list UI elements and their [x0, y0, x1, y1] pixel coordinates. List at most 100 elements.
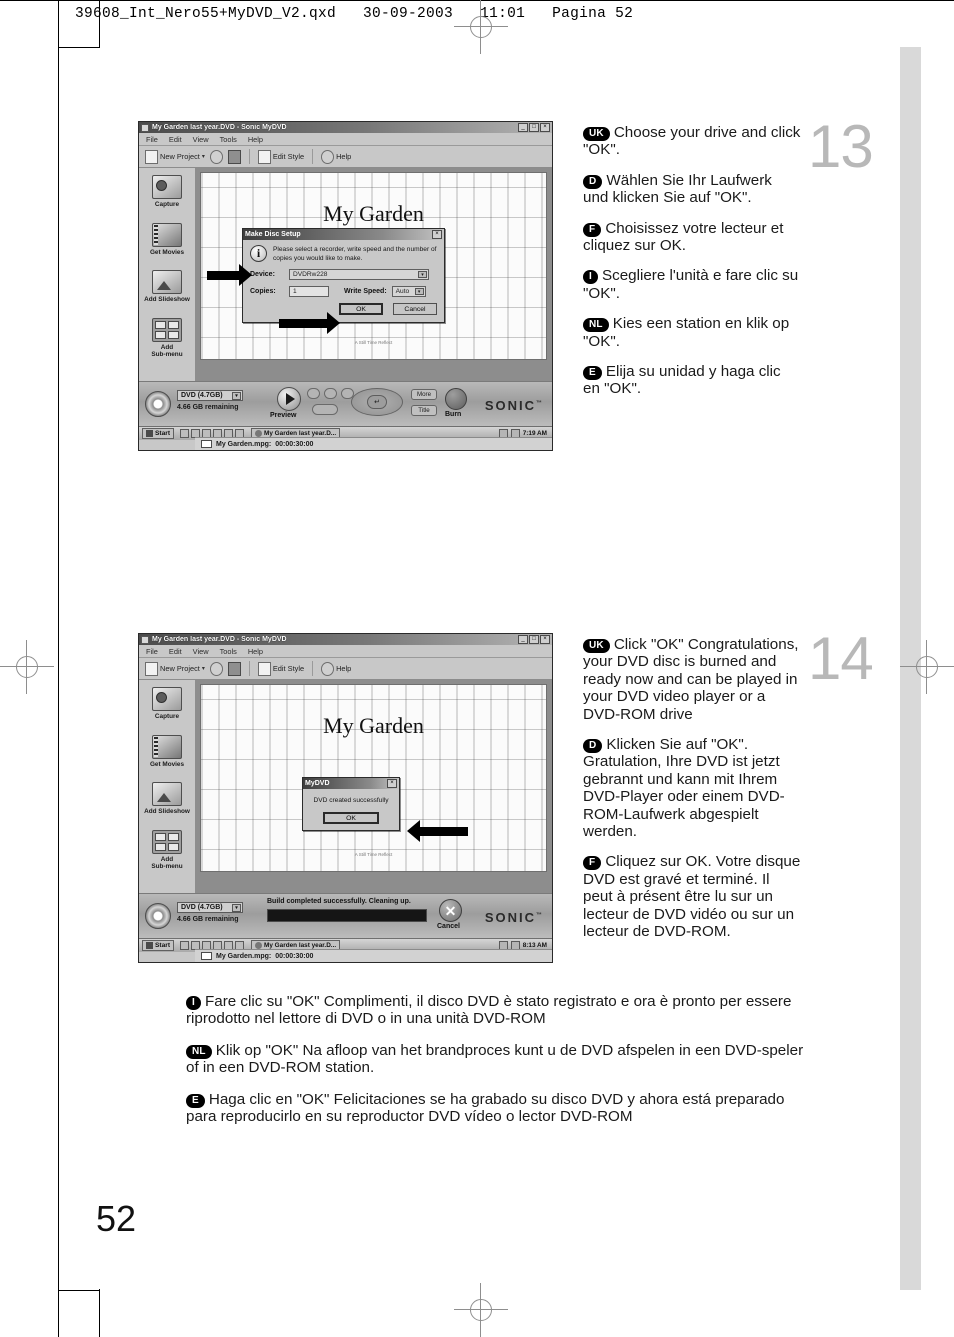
menu-tools[interactable]: Tools — [220, 135, 237, 144]
quick-launch-icon-1[interactable] — [180, 941, 190, 950]
menu-title-text: My Garden — [323, 713, 424, 738]
cancel-burn-button[interactable]: ✕ — [439, 899, 462, 922]
lang-badge-f: F — [583, 856, 602, 871]
bottom-console: DVD (4.7GB) ▾ 4.66 GB remaining Preview … — [139, 381, 552, 426]
open-icon[interactable] — [209, 661, 223, 676]
chevron-down-icon[interactable]: ▾ — [202, 153, 205, 160]
minimize-button[interactable]: _ — [518, 635, 528, 644]
close-icon[interactable]: × — [387, 779, 397, 788]
minimize-button[interactable]: _ — [518, 123, 528, 132]
sidebar-item-get-movies[interactable]: Get Movies — [140, 222, 194, 257]
title-button[interactable]: Title — [411, 405, 437, 416]
chevron-down-icon[interactable]: ▾ — [202, 665, 205, 672]
edit-style-button[interactable]: Edit Style — [257, 661, 304, 676]
chevron-down-icon[interactable]: ▾ — [232, 392, 241, 400]
app-icon — [141, 635, 149, 644]
menu-view[interactable]: View — [193, 135, 209, 144]
menu-bar[interactable]: File Edit View Tools Help — [139, 645, 552, 658]
file-info-bar: My Garden.mpg: 00:00:30:00 — [195, 949, 552, 962]
edit-style-button[interactable]: Edit Style — [257, 149, 305, 164]
write-speed-select[interactable]: Auto ▾ — [391, 286, 426, 297]
sidebar-item-capture[interactable]: Capture — [140, 175, 194, 209]
sidebar-item-add-sub-menu[interactable]: Add Sub-menu — [140, 829, 194, 871]
mydvd-taskbar-icon — [255, 430, 263, 437]
window-controls[interactable]: _ □ × — [518, 123, 550, 132]
clip-name: My Garden.mpg: — [216, 952, 272, 960]
sidebar-item-add-sub-menu[interactable]: Add Sub-menu — [140, 317, 194, 359]
sidebar-item-add-slideshow[interactable]: Add Slideshow — [140, 782, 194, 816]
menu-view[interactable]: View — [193, 647, 209, 656]
film-reel-icon — [152, 734, 182, 759]
maximize-button[interactable]: □ — [529, 123, 539, 132]
menu-footnote: A Still Time Reflect — [354, 852, 393, 857]
lang-badge-i: I — [583, 270, 598, 285]
crop-mark-top-left — [58, 47, 100, 48]
previous-icon[interactable] — [324, 388, 337, 399]
ok-button[interactable]: OK — [339, 303, 383, 315]
instruction-uk: UK Click "OK" Congratulations, your DVD d… — [583, 636, 799, 723]
ok-button[interactable]: OK — [323, 812, 379, 824]
toolbar-separator-2 — [312, 149, 314, 164]
make-disc-setup-dialog: Make Disc Setup × i Please select a reco… — [242, 228, 445, 323]
save-icon[interactable] — [227, 149, 241, 164]
help-button[interactable]: Help — [321, 661, 351, 676]
dialog-body: DVD created successfully OK — [303, 789, 399, 830]
close-button[interactable]: × — [540, 123, 550, 132]
lang-badge-d: D — [583, 174, 603, 189]
start-button[interactable]: Start — [142, 940, 175, 951]
cancel-button[interactable]: Cancel — [393, 303, 437, 315]
edit-style-label: Edit Style — [272, 152, 305, 161]
pause-icon[interactable] — [307, 388, 320, 399]
lang-badge-nl: NL — [186, 1044, 212, 1059]
sidebar-item-add-slideshow[interactable]: Add Slideshow — [140, 270, 194, 304]
device-select[interactable]: DVDRw228 ▾ — [289, 269, 429, 280]
menu-bar[interactable]: File Edit View Tools Help — [139, 133, 552, 146]
help-button[interactable]: Help — [321, 149, 351, 164]
disc-remaining-label: 4.66 GB remaining — [177, 916, 239, 923]
window-controls[interactable]: _ □ × — [518, 635, 550, 644]
close-icon[interactable]: × — [432, 230, 442, 239]
grid-icon — [152, 317, 182, 342]
chevron-down-icon[interactable]: ▾ — [232, 904, 241, 912]
clip-name: My Garden.mpg: — [216, 440, 272, 448]
device-row: Device: DVDRw228 ▾ — [250, 269, 437, 280]
instruction-d: D Wählen Sie Ihr Laufwerk und klicken Sie… — [583, 171, 772, 207]
sidebar-label-capture: Capture — [154, 713, 180, 720]
transport-buttons[interactable] — [307, 388, 354, 399]
menu-file[interactable]: File — [146, 647, 158, 656]
menu-help[interactable]: Help — [248, 135, 263, 144]
tool-bar[interactable]: New Project ▾ Edit Style Help — [139, 146, 552, 168]
instruction-d: D Klicken Sie auf "OK". Gratulation, Ihre… — [583, 736, 785, 841]
new-project-button[interactable]: New Project ▾ — [145, 149, 205, 164]
copies-input[interactable]: 1 — [289, 286, 329, 297]
menu-file[interactable]: File — [146, 135, 158, 144]
maximize-button[interactable]: □ — [529, 635, 539, 644]
dpad-control[interactable]: ↵ — [351, 388, 403, 416]
close-button[interactable]: × — [540, 635, 550, 644]
stop-button[interactable] — [312, 404, 338, 415]
burn-button[interactable] — [445, 388, 467, 410]
cancel-burn-label: Cancel — [437, 923, 460, 930]
save-icon[interactable] — [227, 661, 241, 676]
more-button[interactable]: More — [411, 389, 437, 400]
sidebar-item-get-movies[interactable]: Get Movies — [140, 734, 194, 769]
lang-badge-nl: NL — [583, 318, 609, 333]
menu-tools[interactable]: Tools — [220, 647, 237, 656]
chevron-down-icon[interactable]: ▾ — [418, 271, 427, 278]
menu-edit[interactable]: Edit — [169, 647, 182, 656]
quick-launch-icon-1[interactable] — [180, 429, 190, 438]
menu-help[interactable]: Help — [248, 647, 263, 656]
preview-button[interactable] — [277, 387, 301, 411]
start-button[interactable]: Start — [142, 428, 175, 439]
open-icon[interactable] — [209, 149, 223, 164]
enter-button[interactable]: ↵ — [367, 395, 387, 409]
menu-edit[interactable]: Edit — [169, 135, 182, 144]
new-project-button[interactable]: New Project ▾ — [145, 661, 205, 676]
disc-type-select[interactable]: DVD (4.7GB) ▾ — [177, 390, 243, 401]
crop-mark-bottom-left — [58, 1290, 100, 1291]
disc-type-select[interactable]: DVD (4.7GB) ▾ — [177, 902, 243, 913]
chevron-down-icon[interactable]: ▾ — [414, 288, 424, 295]
sidebar: Capture Get Movies Add Slideshow Add Sub… — [139, 680, 195, 893]
sidebar-item-capture[interactable]: Capture — [140, 687, 194, 721]
tool-bar[interactable]: New Project ▾ Edit Style Help — [139, 658, 552, 680]
